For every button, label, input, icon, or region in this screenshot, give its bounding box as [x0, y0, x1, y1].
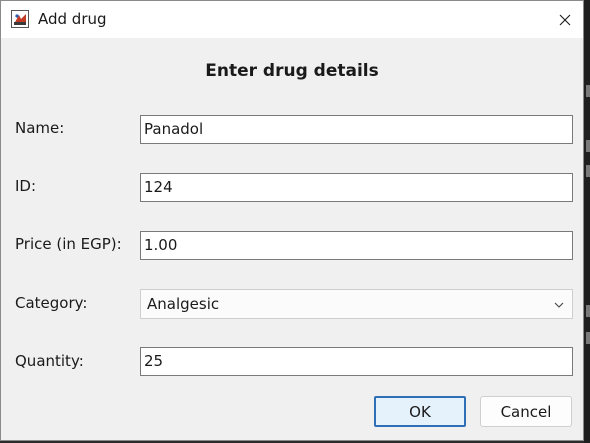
- category-label: Category:: [15, 294, 88, 312]
- category-dropdown[interactable]: Analgesic: [140, 289, 573, 319]
- close-icon: [559, 14, 570, 25]
- background-text-fragment: [586, 85, 590, 97]
- close-button[interactable]: [546, 1, 583, 38]
- background-text-fragment: [586, 305, 590, 317]
- java-app-icon: [11, 10, 29, 28]
- background-text-fragment: [586, 165, 590, 177]
- chevron-down-icon: [554, 302, 564, 308]
- form-heading: Enter drug details: [205, 61, 379, 81]
- background-window-edge: [584, 0, 590, 443]
- title-bar[interactable]: Add drug: [1, 1, 583, 38]
- add-drug-dialog: Add drug Enter drug details Name: Panado…: [0, 0, 584, 441]
- quantity-field[interactable]: 25: [140, 347, 573, 376]
- window-title: Add drug: [38, 10, 107, 28]
- name-field[interactable]: Panadol: [140, 115, 573, 144]
- ok-button[interactable]: OK: [374, 396, 466, 427]
- name-label: Name:: [15, 119, 65, 137]
- price-field[interactable]: 1.00: [140, 231, 573, 260]
- category-selected-value: Analgesic: [147, 295, 220, 313]
- price-label: Price (in EGP):: [15, 235, 122, 253]
- quantity-label: Quantity:: [15, 352, 84, 370]
- background-text-fragment: [586, 332, 590, 344]
- id-field[interactable]: 124: [140, 173, 573, 202]
- background-text-fragment: [586, 140, 590, 152]
- cancel-button[interactable]: Cancel: [480, 396, 572, 427]
- id-label: ID:: [15, 177, 37, 195]
